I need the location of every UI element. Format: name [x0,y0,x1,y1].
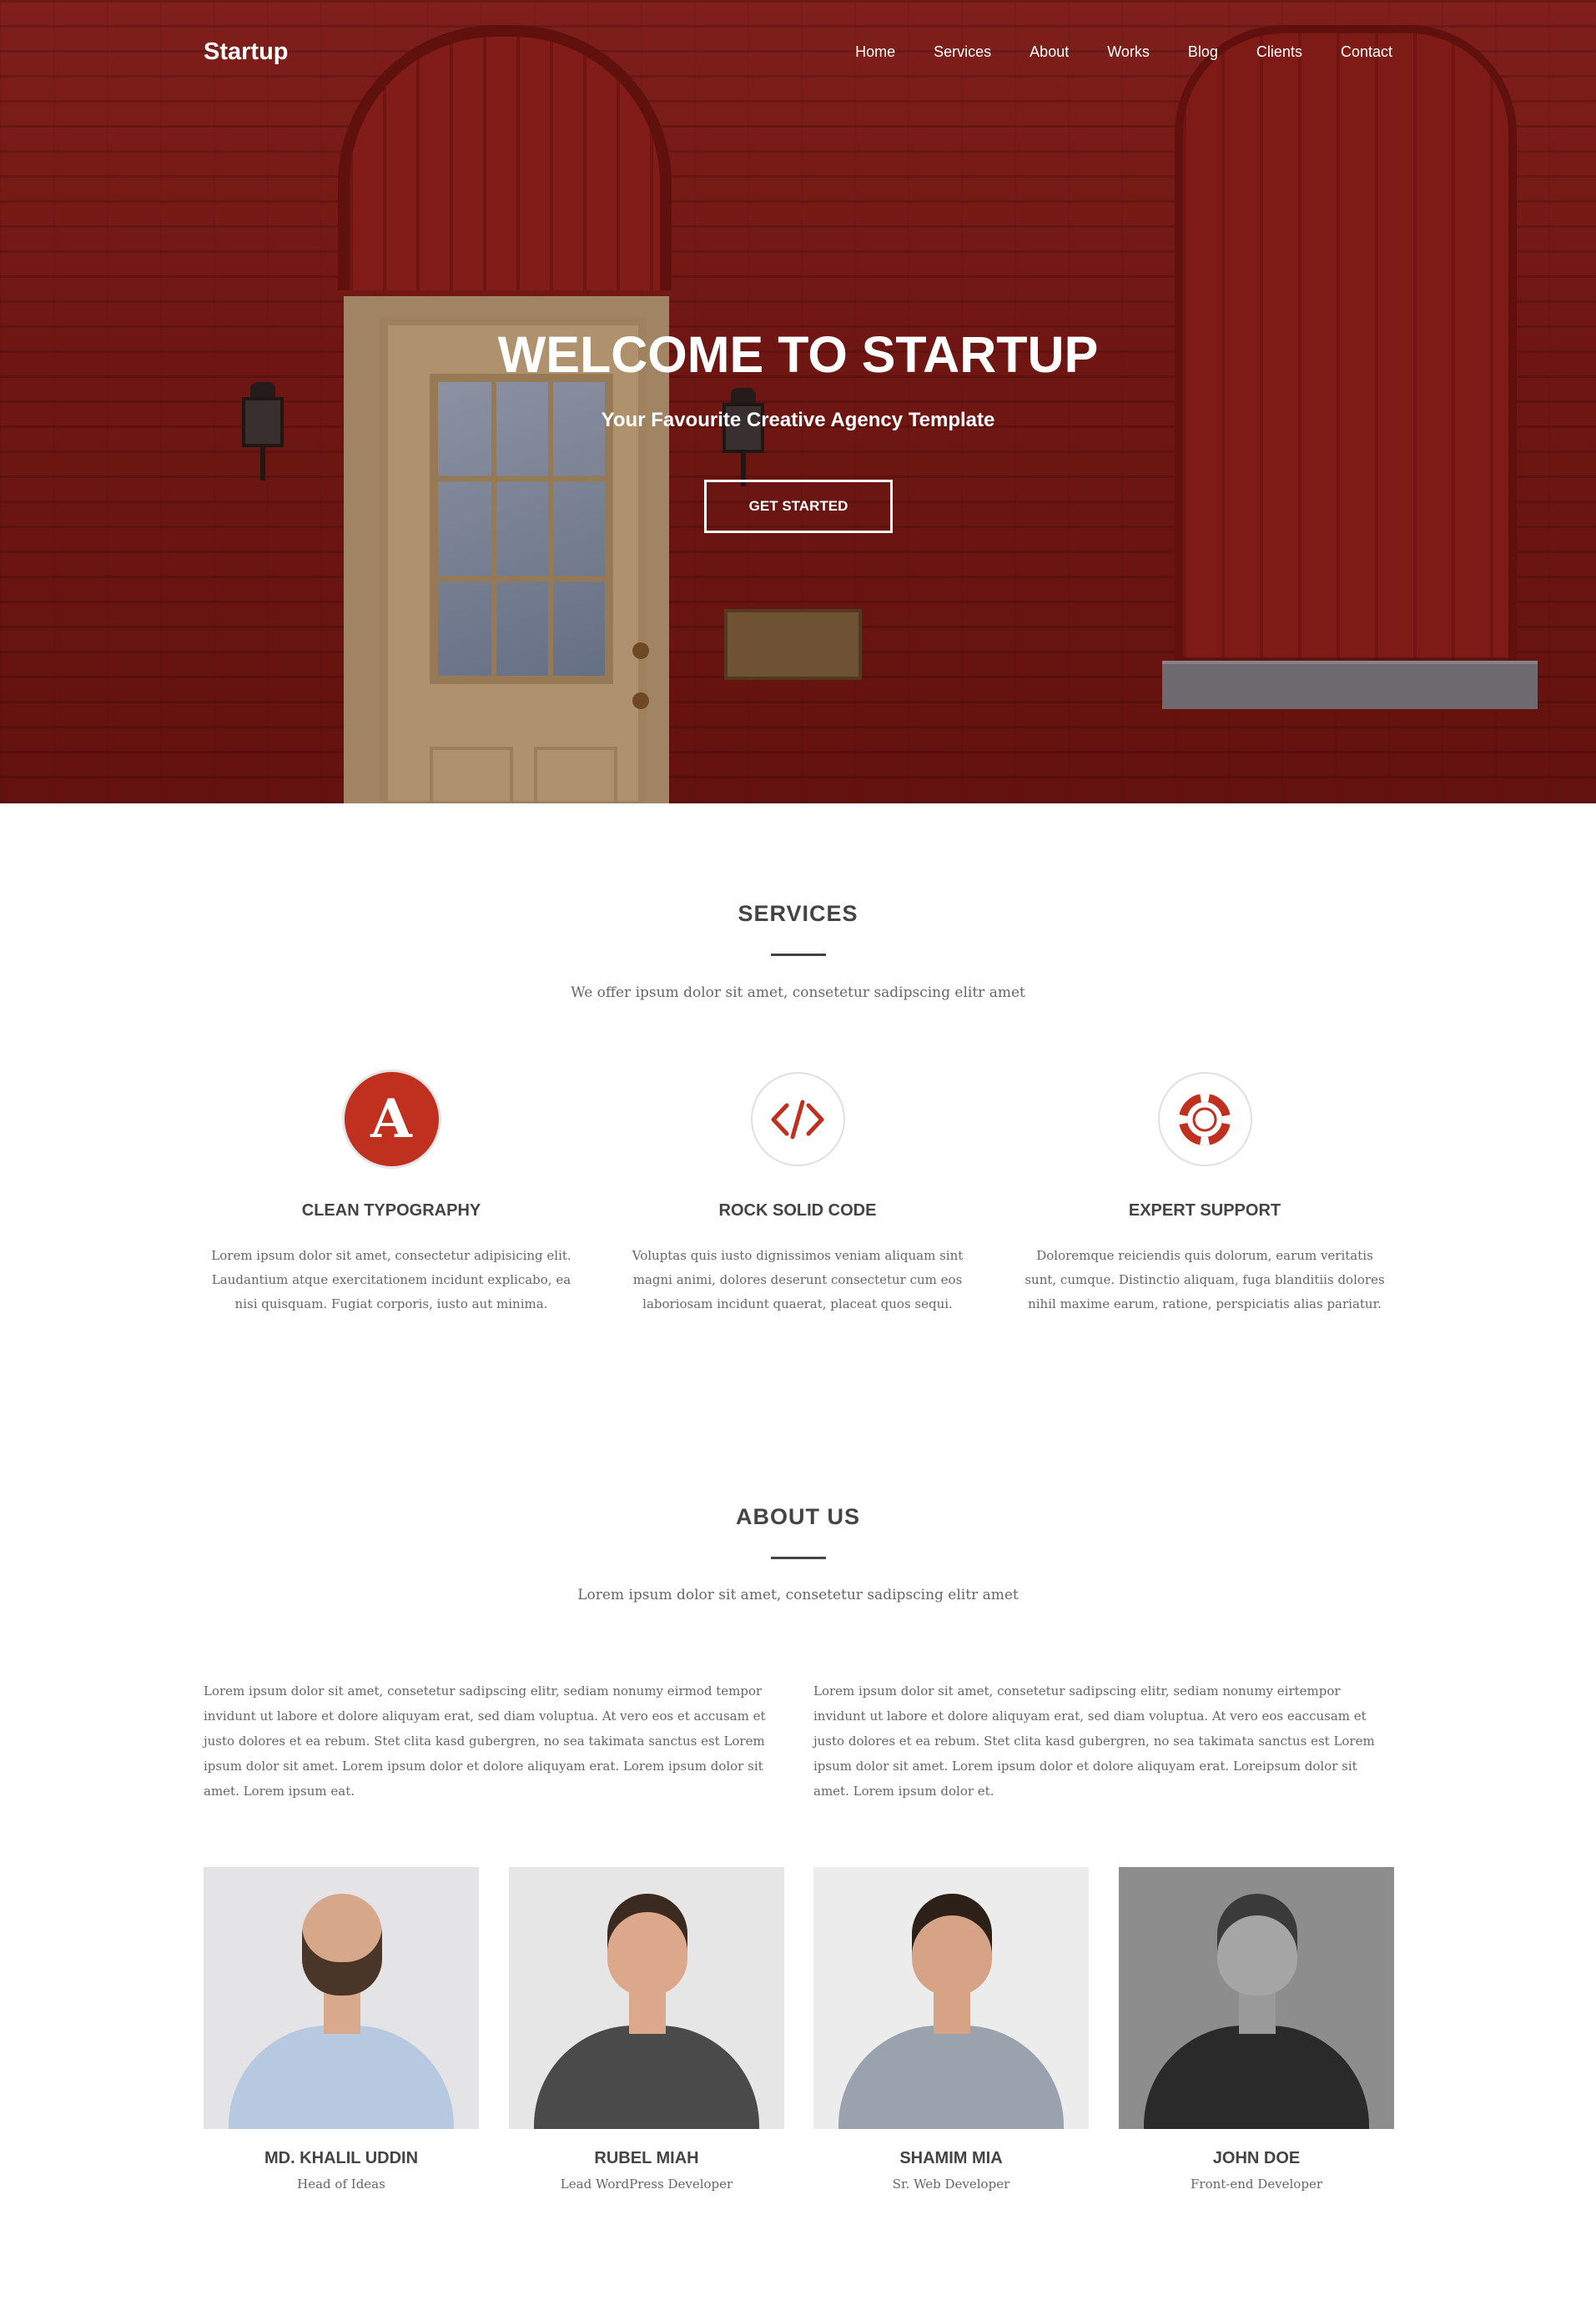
get-started-button[interactable]: GET STARTED [704,480,893,533]
member-role: Lead WordPress Developer [560,2177,733,2192]
member-name: MD. KHALIL UDDIN [264,2149,419,2167]
team-member: RUBEL MIAH Lead WordPress Developer [509,1867,784,2192]
hero-section: Startup Home Services About Works Blog C… [0,0,1596,803]
section-divider [771,1557,826,1559]
service-name: CLEAN TYPOGRAPHY [301,1201,481,1220]
services-subtitle: We offer ipsum dolor sit amet, consetetu… [571,984,1025,1001]
nav-contact[interactable]: Contact [1341,43,1392,61]
section-divider [771,954,826,956]
nav-clients[interactable]: Clients [1256,43,1302,61]
typography-icon: A [344,1072,439,1166]
nav-blog[interactable]: Blog [1188,43,1218,61]
service-text: Doloremque reiciendis quis dolorum, earu… [1025,1248,1385,1311]
code-icon [750,1072,845,1166]
hero-subtitle: Your Favourite Creative Agency Template [601,409,995,431]
nav-home[interactable]: Home [855,43,895,61]
member-name: SHAMIM MIA [899,2149,1003,2167]
nav-services[interactable]: Services [934,43,991,61]
about-text-right: Lorem ipsum dolor sit amet, consetetur s… [813,1683,1375,1799]
about-subtitle: Lorem ipsum dolor sit amet, consetetur s… [577,1587,1019,1603]
member-photo [813,1867,1089,2129]
member-name: JOHN DOE [1212,2149,1301,2167]
team-member: MD. KHALIL UDDIN Head of Ideas [204,1867,479,2192]
hero-title: WELCOME TO STARTUP [497,326,1099,383]
nav-works[interactable]: Works [1107,43,1150,61]
member-name: RUBEL MIAH [594,2149,699,2167]
main-menu: Home Services About Works Blog Clients C… [817,43,1392,61]
service-text: Voluptas quis iusto dignissimos veniam a… [632,1248,964,1311]
member-photo [509,1867,784,2129]
member-photo [1119,1867,1394,2129]
about-text-left: Lorem ipsum dolor sit amet, consetetur s… [204,1683,766,1799]
team-member: JOHN DOE Front-end Developer [1119,1867,1394,2192]
service-name: EXPERT SUPPORT [1128,1201,1281,1220]
member-role: Sr. Web Developer [892,2177,1010,2192]
nav-about[interactable]: About [1030,43,1069,61]
lifebuoy-icon [1157,1072,1252,1166]
brand-logo[interactable]: Startup [204,38,289,66]
service-text: Lorem ipsum dolor sit amet, consectetur … [211,1248,571,1311]
team-member: SHAMIM MIA Sr. Web Developer [813,1867,1089,2192]
service-name: ROCK SOLID CODE [718,1201,877,1220]
about-title: ABOUT US [736,1504,860,1529]
hero-text: WELCOME TO STARTUP Your Favourite Creati… [0,325,1596,432]
member-role: Head of Ideas [297,2177,385,2192]
service-support: EXPERT SUPPORT Doloremque reiciendis qui… [1021,1072,1388,1316]
member-role: Front-end Developer [1190,2177,1322,2192]
services-title: SERVICES [738,901,858,926]
member-photo [204,1867,479,2129]
service-code: ROCK SOLID CODE Voluptas quis iusto dign… [614,1072,981,1316]
service-typography: A CLEAN TYPOGRAPHY Lorem ipsum dolor sit… [208,1072,575,1316]
top-navigation: Startup Home Services About Works Blog C… [0,0,1596,108]
